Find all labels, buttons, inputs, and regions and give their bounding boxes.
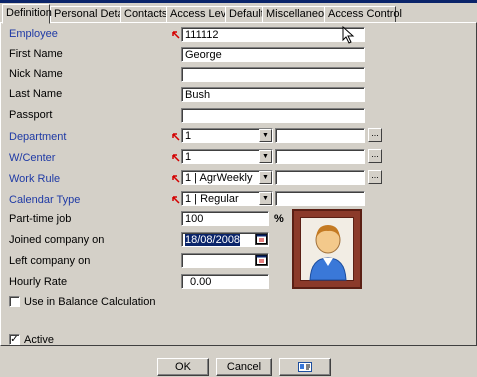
work-rule-description-field: [275, 170, 365, 185]
department-label: Department: [9, 131, 67, 143]
part-time-field[interactable]: 100: [181, 211, 269, 226]
calendar-icon[interactable]: [255, 254, 268, 266]
wcenter-description-field: [275, 149, 365, 164]
hourly-rate-label: Hourly Rate: [9, 276, 68, 288]
required-arrow-icon: [172, 133, 180, 141]
chevron-down-icon[interactable]: ▼: [259, 192, 272, 205]
first-name-field[interactable]: George: [181, 47, 365, 62]
id-card-icon: [298, 362, 312, 372]
required-arrow-icon: [172, 175, 180, 183]
card-button[interactable]: [279, 358, 331, 376]
work-rule-label: Work Rule: [9, 173, 61, 185]
tab-definition[interactable]: Definition: [2, 4, 52, 24]
calendar-glyph: [256, 234, 267, 244]
tab-strip: Definition Personal Details Contacts Acc…: [0, 4, 477, 24]
active-checkbox[interactable]: ✓: [9, 334, 20, 345]
title-bar: [0, 0, 477, 3]
calendar-icon[interactable]: [255, 233, 268, 245]
wcenter-label: W/Center: [9, 152, 56, 164]
required-arrow-icon: [172, 196, 180, 204]
ok-button[interactable]: OK: [157, 358, 209, 376]
calendar-type-label: Calendar Type: [9, 194, 81, 206]
cancel-button[interactable]: Cancel: [216, 358, 272, 376]
nick-name-label: Nick Name: [9, 68, 63, 80]
percent-sign: %: [274, 213, 284, 225]
last-name-label: Last Name: [9, 88, 63, 100]
tab-personal-details[interactable]: Personal Details: [50, 6, 134, 23]
mouse-cursor-icon: [342, 26, 355, 44]
tab-access-level[interactable]: Access Level: [166, 6, 235, 23]
passport-field[interactable]: [181, 108, 365, 123]
passport-label: Passport: [9, 109, 53, 121]
last-name-field[interactable]: Bush: [181, 87, 365, 102]
left-company-label: Left company on: [9, 255, 91, 267]
required-arrow-icon: [172, 31, 180, 39]
balance-checkbox[interactable]: [9, 296, 20, 307]
balance-label: Use in Balance Calculation: [24, 296, 156, 308]
department-browse-button[interactable]: ...: [368, 128, 382, 142]
nick-name-field[interactable]: [181, 67, 365, 82]
chevron-down-icon[interactable]: ▼: [259, 171, 272, 184]
chevron-down-icon[interactable]: ▼: [259, 150, 272, 163]
calendar-type-description-field: [275, 191, 365, 206]
employee-field[interactable]: 111112: [181, 27, 365, 42]
tab-contacts[interactable]: Contacts: [120, 6, 168, 23]
work-rule-browse-button[interactable]: ...: [368, 170, 382, 184]
employee-label: Employee: [9, 28, 58, 40]
employee-photo-frame[interactable]: [292, 209, 362, 289]
department-description-field: [275, 128, 365, 143]
calendar-glyph: [256, 255, 267, 265]
tab-default[interactable]: Default: [225, 6, 264, 23]
person-avatar-icon: [309, 225, 347, 281]
employee-photo: [300, 217, 354, 281]
tab-access-control[interactable]: Access Control: [324, 6, 402, 23]
part-time-label: Part-time job: [9, 213, 72, 225]
chevron-down-icon[interactable]: ▼: [259, 129, 272, 142]
joined-label: Joined company on: [9, 234, 105, 246]
hourly-rate-field[interactable]: 0.00: [181, 274, 269, 289]
active-label: Active: [24, 334, 54, 346]
tab-miscellaneous[interactable]: Miscellaneous: [262, 6, 336, 23]
first-name-label: First Name: [9, 48, 63, 60]
required-arrow-icon: [172, 154, 180, 162]
wcenter-browse-button[interactable]: ...: [368, 149, 382, 163]
